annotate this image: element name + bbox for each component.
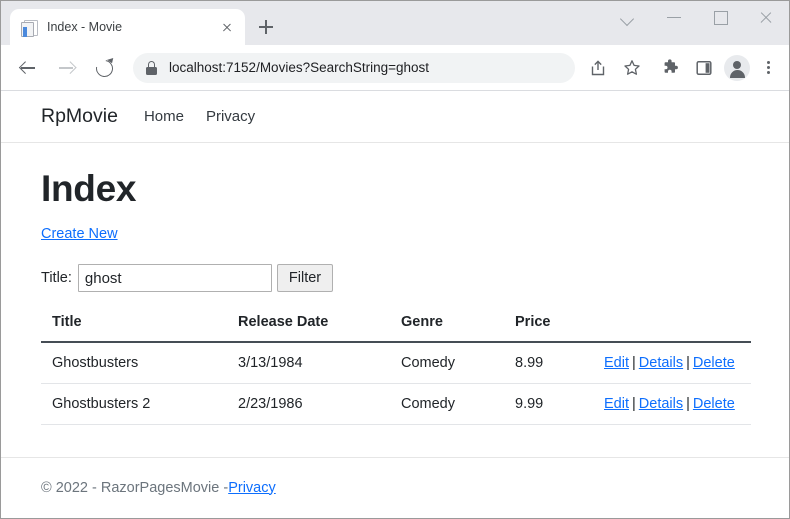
page-title: Index	[41, 168, 137, 209]
delete-link[interactable]: Delete	[693, 396, 735, 412]
forward-arrow-icon	[51, 53, 81, 83]
avatar[interactable]	[724, 54, 750, 81]
movies-table: Title Release Date Genre Price Ghostbust…	[41, 314, 751, 425]
table-row: Ghostbusters 2 2/23/1986 Comedy 9.99 Edi…	[41, 383, 751, 425]
star-icon[interactable]	[617, 53, 647, 83]
filter-form: Title: Filter	[41, 264, 749, 292]
tab-title: Index - Movie	[47, 20, 123, 34]
action-separator: |	[686, 396, 690, 412]
browser-tab-index-movie[interactable]: Index - Movie	[10, 9, 245, 45]
table-header: Title Release Date Genre Price	[41, 314, 751, 343]
cell-title: Ghostbusters	[41, 342, 227, 384]
close-icon[interactable]	[217, 17, 237, 37]
nav-link-home[interactable]: Home	[144, 108, 184, 125]
main-content: Index Create New Title: Filter Title Rel…	[1, 168, 789, 425]
address-bar[interactable]: localhost:7152/Movies?SearchString=ghost	[133, 52, 575, 83]
cell-genre: Comedy	[390, 342, 504, 384]
column-header-title: Title	[41, 314, 227, 343]
cell-actions: Edit | Details | Delete	[593, 342, 751, 384]
table-row: Ghostbusters 3/13/1984 Comedy 8.99 Edit |…	[41, 342, 751, 384]
details-link[interactable]: Details	[639, 396, 683, 412]
edit-link[interactable]: Edit	[604, 396, 629, 412]
cell-release-date: 2/23/1986	[227, 383, 390, 425]
new-tab-button[interactable]	[252, 13, 280, 41]
column-header-release-date: Release Date	[227, 314, 390, 343]
action-separator: |	[686, 355, 690, 371]
table-header-row: Title Release Date Genre Price	[41, 314, 751, 343]
action-separator: |	[632, 396, 636, 412]
lock-icon	[145, 60, 158, 75]
site-footer: © 2022 - RazorPagesMovie - Privacy	[1, 457, 789, 517]
column-header-genre: Genre	[390, 314, 504, 343]
browser-window: Index - Movie localhost:7152/Movies?Sear…	[0, 0, 790, 519]
toolbar-right-actions	[653, 53, 781, 83]
close-window-button[interactable]	[743, 1, 789, 34]
document-icon	[21, 19, 38, 37]
site-brand[interactable]: RpMovie	[41, 105, 118, 128]
window-controls	[605, 1, 789, 34]
create-new-link[interactable]: Create New	[41, 226, 118, 242]
footer-copyright: © 2022 - RazorPagesMovie -	[41, 479, 229, 496]
search-input[interactable]	[77, 264, 272, 292]
cell-title: Ghostbusters 2	[41, 383, 227, 425]
title-filter-label: Title:	[41, 270, 72, 286]
browser-toolbar: localhost:7152/Movies?SearchString=ghost	[1, 45, 789, 91]
back-arrow-icon[interactable]	[13, 53, 43, 83]
column-header-price: Price	[504, 314, 593, 343]
footer-privacy-link[interactable]: Privacy	[228, 480, 276, 496]
cell-release-date: 3/13/1984	[227, 342, 390, 384]
cell-actions: Edit | Details | Delete	[593, 383, 751, 425]
filter-button[interactable]: Filter	[276, 264, 334, 292]
site-navbar: RpMovie Home Privacy	[1, 91, 789, 143]
cell-genre: Comedy	[390, 383, 504, 425]
action-separator: |	[632, 355, 636, 371]
cell-price: 9.99	[504, 383, 593, 425]
cell-price: 8.99	[504, 342, 593, 384]
side-panel-icon[interactable]	[689, 53, 719, 83]
maximize-button[interactable]	[697, 1, 743, 34]
page-viewport: RpMovie Home Privacy Index Create New Ti…	[1, 91, 789, 517]
minimize-button[interactable]	[651, 1, 697, 34]
puzzle-icon[interactable]	[655, 53, 685, 83]
column-header-actions	[593, 314, 751, 343]
delete-link[interactable]: Delete	[693, 355, 735, 371]
reload-icon[interactable]	[89, 53, 119, 83]
url-text: localhost:7152/Movies?SearchString=ghost	[169, 60, 430, 75]
share-icon[interactable]	[583, 53, 613, 83]
omnibox-trailing-actions	[581, 53, 649, 83]
details-link[interactable]: Details	[639, 355, 683, 371]
table-body: Ghostbusters 3/13/1984 Comedy 8.99 Edit |…	[41, 342, 751, 425]
chevron-down-icon[interactable]	[605, 1, 651, 34]
nav-link-privacy[interactable]: Privacy	[206, 108, 255, 125]
tab-strip: Index - Movie	[1, 1, 789, 45]
edit-link[interactable]: Edit	[604, 355, 629, 371]
kebab-menu-icon[interactable]	[755, 53, 781, 83]
